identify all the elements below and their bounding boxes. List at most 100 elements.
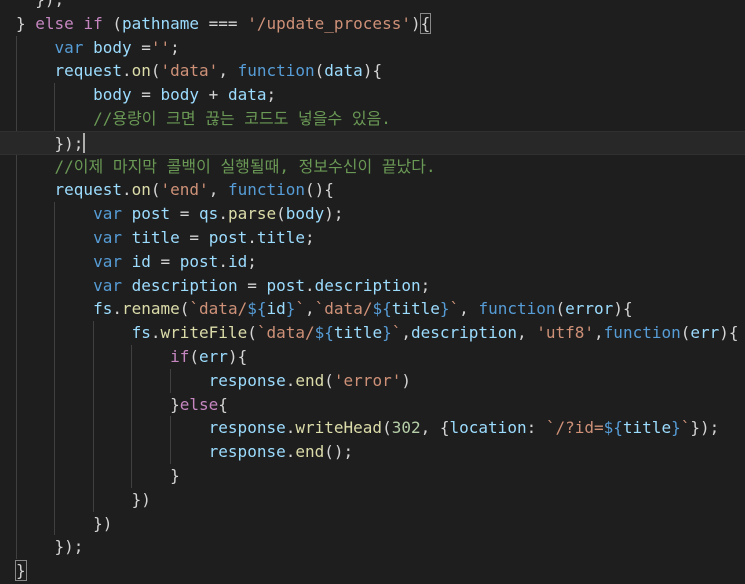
- code-token: ;: [305, 228, 315, 247]
- code-token: var: [93, 275, 122, 295]
- code-line[interactable]: //이제 마지막 콜백이 실행될때, 정보수신이 끝났다.: [0, 155, 436, 179]
- code-token: 'end': [160, 180, 209, 200]
- code-token: ){: [362, 61, 383, 81]
- code-token: =: [131, 85, 161, 105]
- code-line[interactable]: var description = post.description;: [0, 274, 430, 298]
- code-line[interactable]: var body ='';: [0, 36, 180, 60]
- code-line[interactable]: }): [0, 512, 112, 536]
- code-token: }: [671, 418, 681, 438]
- code-line[interactable]: } else if (pathname === '/update_process…: [0, 12, 432, 36]
- code-line[interactable]: var id = post.id;: [0, 250, 257, 274]
- code-line[interactable]: }: [0, 464, 180, 488]
- code-token: if: [83, 13, 103, 33]
- code-token: =: [179, 228, 209, 247]
- code-line[interactable]: response.writeHead(302, {location: `/?id…: [0, 416, 720, 440]
- text-cursor: [83, 132, 86, 153]
- code-token: =: [170, 204, 200, 224]
- code-token: request: [54, 180, 122, 200]
- code-token: (: [150, 61, 161, 81]
- code-token: parse: [227, 204, 277, 224]
- code-token: .: [285, 442, 296, 462]
- code-line[interactable]: }else{: [0, 393, 228, 417]
- code-token: fs: [131, 323, 151, 343]
- code-token: on: [131, 61, 151, 81]
- code-token: '': [150, 37, 171, 57]
- code-line[interactable]: });: [0, 0, 64, 12]
- code-token: }: [16, 466, 180, 485]
- code-token: else: [35, 13, 74, 33]
- code-token: ){: [613, 299, 633, 319]
- code-editor[interactable]: }); } else if (pathname === '/update_proc…: [0, 0, 745, 584]
- code-token: data: [324, 61, 363, 81]
- code-token: function: [227, 180, 306, 200]
- code-token: {: [419, 12, 432, 34]
- code-token: var: [93, 251, 122, 271]
- code-line[interactable]: response.end('error'): [0, 369, 411, 393]
- code-token: (: [324, 370, 334, 390]
- code-token: //용량이 크면 끊는 코드도 넣을수 있음.: [93, 109, 391, 128]
- code-token: title: [333, 323, 383, 343]
- code-token: }: [439, 299, 450, 319]
- code-token: });: [16, 0, 64, 9]
- code-token: error: [565, 299, 614, 319]
- code-token: fs: [93, 299, 113, 319]
- code-line[interactable]: }): [0, 488, 151, 512]
- code-line[interactable]: }: [0, 559, 27, 583]
- code-token: body: [93, 85, 132, 105]
- code-token: post: [208, 228, 248, 247]
- code-line[interactable]: });: [0, 535, 84, 559]
- code-token: `: [295, 299, 306, 319]
- code-token: id: [266, 299, 286, 319]
- code-token: err: [690, 323, 720, 343]
- code-token: (: [189, 347, 200, 366]
- code-token: ,: [305, 299, 315, 319]
- code-line[interactable]: body = body + data;: [0, 83, 276, 107]
- code-token: ${: [247, 299, 267, 319]
- code-token: ===: [199, 13, 248, 33]
- code-token: if: [170, 347, 190, 366]
- code-token: function: [478, 299, 556, 319]
- code-token: response: [208, 442, 286, 462]
- code-token: body: [160, 85, 200, 105]
- code-token: end: [295, 442, 325, 462]
- code-token: `data/: [256, 323, 315, 343]
- code-line[interactable]: fs.writeFile(`data/${title}`,description…: [0, 321, 739, 345]
- code-token: `: [391, 323, 402, 343]
- code-token: response: [208, 370, 286, 390]
- code-line[interactable]: request.on('data', function(data){: [0, 59, 383, 83]
- code-token: ,: [208, 180, 228, 200]
- code-token: (: [150, 180, 161, 200]
- code-line[interactable]: //용량이 크면 끊는 코드도 넣을수 있음.: [0, 107, 391, 131]
- code-token: (: [314, 61, 325, 81]
- code-line[interactable]: request.on('end', function(){: [0, 178, 334, 202]
- code-token: title: [622, 418, 672, 438]
- code-line[interactable]: fs.rename(`data/${id}`,`data/${title}`, …: [0, 297, 633, 321]
- code-token: .: [285, 418, 296, 438]
- code-token: {: [218, 394, 228, 414]
- code-token: ,: [516, 323, 537, 343]
- code-token: }): [16, 513, 113, 533]
- code-token: }: [16, 394, 180, 414]
- code-line[interactable]: response.end();: [0, 440, 354, 464]
- code-line[interactable]: var post = qs.parse(body);: [0, 202, 344, 226]
- code-token: data: [227, 85, 267, 105]
- code-line[interactable]: var title = post.title;: [0, 226, 315, 250]
- code-token: }): [16, 489, 151, 509]
- code-token: ){: [227, 347, 248, 366]
- code-line[interactable]: });: [0, 130, 745, 155]
- code-token: location: [449, 418, 527, 438]
- code-token: .: [305, 275, 315, 295]
- code-line[interactable]: if(err){: [0, 345, 247, 369]
- code-token: (: [247, 323, 257, 343]
- code-token: ${: [314, 323, 334, 343]
